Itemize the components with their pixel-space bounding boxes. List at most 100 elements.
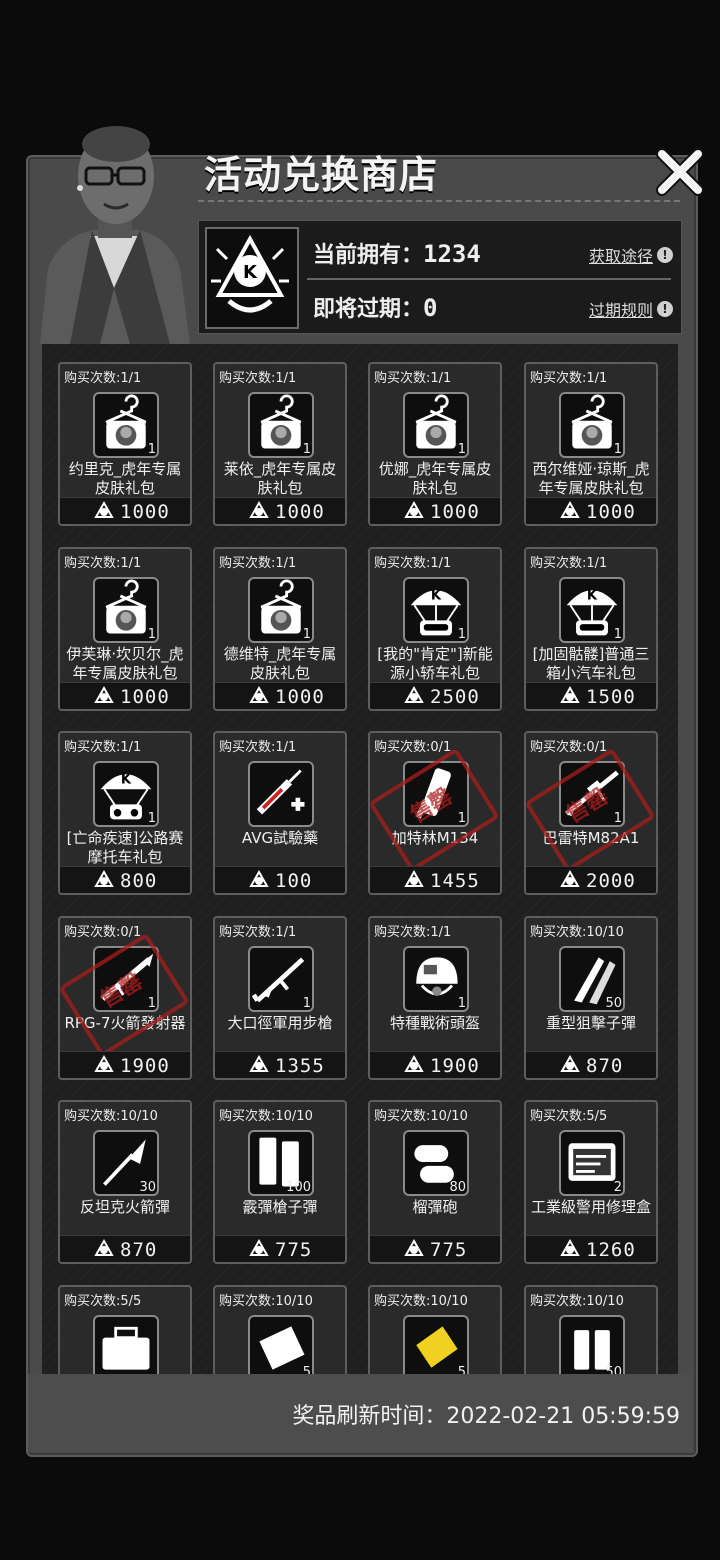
shop-item-card[interactable]: 购买次数:0/1 1 加特林M134 售罄 1455 <box>368 731 502 895</box>
item-icon-box <box>93 1314 159 1374</box>
item-quantity: 2 <box>613 1180 622 1195</box>
item-quantity: 1 <box>457 995 466 1011</box>
item-price: 1355 <box>275 1054 325 1077</box>
item-name: 反坦克火箭彈 <box>79 1198 170 1216</box>
shop-item-card[interactable]: 购买次数:1/1 1 约里克_虎年专属皮肤礼包 1000 <box>58 362 192 526</box>
item-price: 2500 <box>430 685 480 708</box>
shop-item-card[interactable]: 购买次数:1/1 1 大口徑軍用步槍 1355 <box>213 915 347 1080</box>
currency-icon <box>94 1239 114 1256</box>
shop-item-card[interactable]: 购买次数:5/5 2 工業級警用修理盒 1260 <box>524 1100 658 1264</box>
currency-icon <box>404 1239 424 1256</box>
item-quantity: 50 <box>605 995 622 1011</box>
price-bar: 1260 <box>526 1235 656 1262</box>
currency-icon <box>560 1054 580 1072</box>
price-bar: 1000 <box>215 681 345 709</box>
currency-panel: K 当前拥有：1234 即将过期：0 获取途径 ! 过期规则 ! <box>198 220 682 334</box>
expire-rules-link[interactable]: 过期规则 ! <box>589 297 673 321</box>
item-price: 1000 <box>430 501 480 523</box>
item-price: 1260 <box>586 1239 636 1261</box>
item-name: [加固骷髅]普通三箱小汽车礼包 <box>532 644 650 682</box>
price-bar: 1500 <box>526 681 656 709</box>
shop-item-card[interactable]: 购买次数:10/10 5 <box>213 1284 347 1374</box>
expiring-value: 0 <box>423 294 438 322</box>
shop-item-card[interactable]: 购买次数:0/1 1 巴雷特M82A1 售罄 2000 <box>524 731 658 895</box>
item-price: 1900 <box>430 1054 480 1077</box>
shop-item-card[interactable]: 购买次数:1/1 1 特種戰術頭盔 1900 <box>368 915 502 1080</box>
currency-icon <box>560 685 580 703</box>
purchase-limit: 购买次数:10/10 <box>219 1109 313 1124</box>
price-bar: 2500 <box>370 681 500 709</box>
item-name: 霰彈槍子彈 <box>242 1198 318 1216</box>
item-name: 西尔维娅·琼斯_虎年专属皮肤礼包 <box>532 460 650 497</box>
price-bar: 1000 <box>526 497 656 524</box>
shop-item-card[interactable]: 购买次数:1/1 AVG試驗藥 100 <box>213 731 347 895</box>
item-name: AVG試驗藥 <box>241 829 319 847</box>
currency-icon <box>94 870 114 887</box>
close-icon[interactable] <box>654 146 706 198</box>
purchase-limit: 购买次数:5/5 <box>530 1109 608 1124</box>
purchase-limit: 购买次数:1/1 <box>374 924 452 940</box>
owned-value: 1234 <box>423 240 481 268</box>
shop-item-card[interactable]: 购买次数:1/1 1 西尔维娅·琼斯_虎年专属皮肤礼包 1000 <box>524 362 658 526</box>
item-name: 榴彈砲 <box>412 1198 458 1216</box>
shop-item-card[interactable]: 购买次数:10/10 50 重型狙擊子彈 870 <box>524 915 658 1080</box>
purchase-limit: 购买次数:1/1 <box>64 371 142 386</box>
shop-item-card[interactable]: 购买次数:10/10 80 榴彈砲 775 <box>368 1100 502 1264</box>
item-icon-box <box>248 761 314 827</box>
currency-icon <box>404 501 424 518</box>
price-bar: 1000 <box>370 497 500 524</box>
shop-item-card[interactable]: 购买次数:1/1 K 1 [加固骷髅]普通三箱小汽车礼包 1500 <box>524 546 658 711</box>
svg-text:K: K <box>431 588 442 603</box>
price-bar: 1900 <box>370 1050 500 1078</box>
shop-item-card[interactable]: 购买次数:0/1 1 RPG-7火箭發射器 售罄 1900 <box>58 915 192 1080</box>
info-icon: ! <box>657 247 673 263</box>
shop-item-card[interactable]: 购买次数:1/1 K 1 [亡命疾速]公路赛摩托车礼包 800 <box>58 731 192 895</box>
item-price: 870 <box>120 1239 158 1261</box>
item-price: 870 <box>586 1054 624 1077</box>
shop-item-card[interactable]: 购买次数:1/1 1 德维特_虎年专属皮肤礼包 1000 <box>213 546 347 711</box>
purchase-limit: 购买次数:10/10 <box>374 1293 468 1309</box>
shop-item-card[interactable]: 购买次数:1/1 1 莱依_虎年专属皮肤礼包 1000 <box>213 362 347 526</box>
obtain-link-label: 获取途径 <box>588 247 653 266</box>
item-price: 1000 <box>275 501 325 523</box>
item-price: 1900 <box>120 1054 170 1077</box>
item-quantity: 100 <box>286 1180 311 1195</box>
shop-item-card[interactable]: 购买次数:1/1 1 伊芙琳·坎贝尔_虎年专属皮肤礼包 1000 <box>58 546 192 711</box>
item-name: 特種戰術頭盔 <box>389 1013 480 1032</box>
item-price: 1000 <box>275 685 325 708</box>
title-divider <box>198 200 680 202</box>
shop-item-card[interactable]: 购买次数:1/1 K 1 [我的"肯定"]新能源小轿车礼包 2500 <box>368 546 502 711</box>
shop-item-card[interactable]: 购买次数:10/10 30 反坦克火箭彈 870 <box>58 1100 192 1264</box>
purchase-limit: 购买次数:10/10 <box>219 1293 313 1309</box>
item-quantity: 1 <box>457 442 466 457</box>
currency-icon <box>249 685 269 703</box>
sold-out-stamp: 售罄 <box>370 747 500 873</box>
item-quantity: 5 <box>457 1364 466 1375</box>
price-bar: 1355 <box>215 1050 345 1078</box>
currency-icon <box>94 501 114 518</box>
item-quantity: 1 <box>302 626 311 642</box>
price-bar: 1455 <box>370 866 500 893</box>
currency-icon <box>560 1239 580 1256</box>
expiring-label: 即将过期： <box>313 297 424 322</box>
purchase-limit: 购买次数:0/1 <box>530 740 608 755</box>
item-name: [我的"肯定"]新能源小轿车礼包 <box>377 644 493 682</box>
purchase-limit: 购买次数:1/1 <box>219 371 297 386</box>
item-quantity: 1 <box>613 442 622 457</box>
shop-item-card[interactable]: 购买次数:5/5 <box>58 1284 192 1374</box>
currency-icon <box>249 1239 269 1256</box>
currency-icon <box>94 1054 114 1072</box>
price-bar: 1000 <box>60 497 190 524</box>
shop-item-card[interactable]: 购买次数:10/10 100 霰彈槍子彈 775 <box>213 1100 347 1264</box>
expiring-row: 即将过期：0 <box>313 291 437 323</box>
item-quantity: 1 <box>457 626 466 642</box>
shop-item-card[interactable]: 购买次数:10/10 5 <box>368 1284 502 1375</box>
item-price: 775 <box>430 1239 468 1261</box>
currency-divider <box>307 278 671 280</box>
item-name: 伊芙琳·坎贝尔_虎年专属皮肤礼包 <box>66 644 184 682</box>
shop-item-card[interactable]: 购买次数:10/10 50 <box>524 1284 658 1374</box>
obtain-link[interactable]: 获取途径 ! <box>589 243 673 267</box>
shop-item-card[interactable]: 购买次数:1/1 1 优娜_虎年专属皮肤礼包 1000 <box>368 362 502 526</box>
purchase-limit: 购买次数:10/10 <box>64 1109 158 1124</box>
purchase-limit: 购买次数:5/5 <box>64 1293 142 1309</box>
